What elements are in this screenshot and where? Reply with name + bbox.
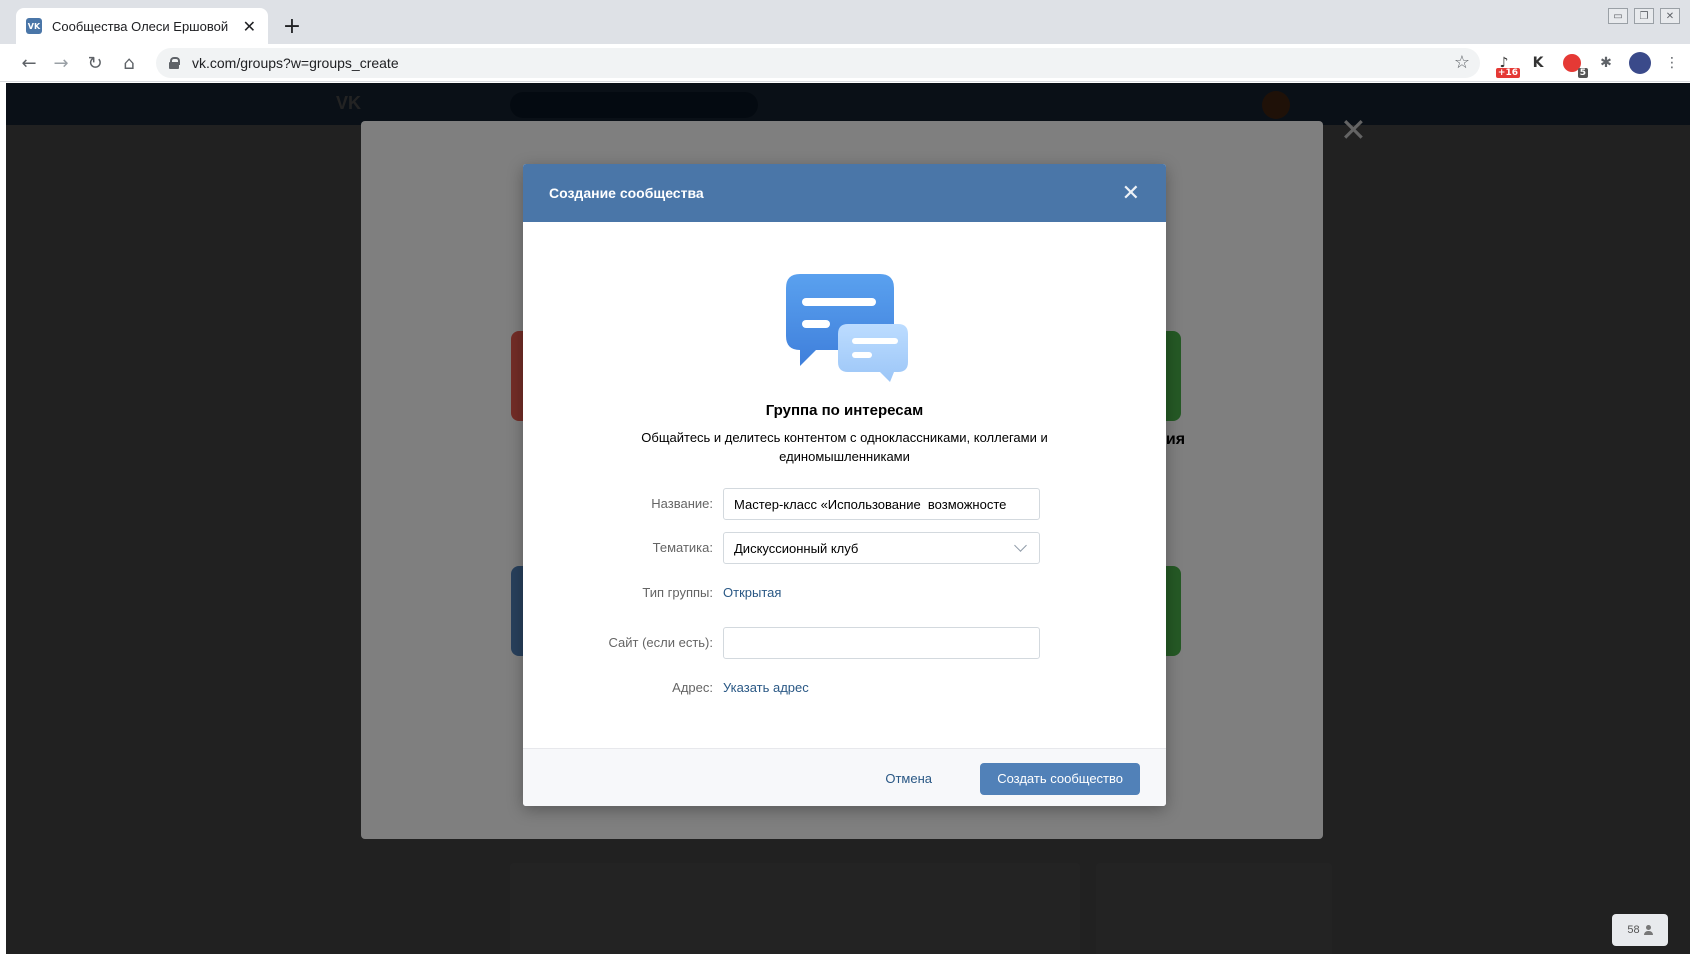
music-extension-icon[interactable]: ♪ +16 xyxy=(1492,52,1520,78)
name-row: Название: xyxy=(523,488,1166,522)
group-type-link[interactable]: Открытая xyxy=(723,577,781,609)
browser-tab-bar: VK Сообщества Олеси Ершовой ✕ + ▭ ❐ ✕ xyxy=(0,0,1690,44)
modal-body: Группа по интересам Общайтесь и делитесь… xyxy=(523,222,1166,748)
k-extension-icon[interactable]: K xyxy=(1526,52,1550,74)
create-community-button[interactable]: Создать сообщество xyxy=(980,763,1140,795)
modal-header: Создание сообщества ✕ xyxy=(523,164,1166,222)
url-text: vk.com/groups?w=groups_create xyxy=(192,55,399,71)
group-type-row: Тип группы: Открытая xyxy=(523,577,1166,611)
name-label: Название: xyxy=(651,496,713,511)
site-input[interactable] xyxy=(723,627,1040,659)
topic-row: Тематика: Дискуссионный клуб xyxy=(523,532,1166,566)
group-type-title: Группа по интересам xyxy=(765,402,924,419)
lock-icon xyxy=(168,57,180,69)
create-community-modal: Создание сообщества ✕ Группа по интереса… xyxy=(523,164,1166,806)
back-arrow-icon[interactable]: ← xyxy=(16,50,42,76)
profile-avatar-icon[interactable] xyxy=(1628,52,1652,74)
address-label: Адрес: xyxy=(672,680,713,695)
bookmark-star-icon[interactable]: ☆ xyxy=(1454,52,1470,73)
name-input[interactable] xyxy=(723,488,1040,520)
group-type-description: Общайтесь и делитесь контентом с однокла… xyxy=(641,430,1048,464)
site-label: Сайт (если есть): xyxy=(608,635,713,650)
extension-badge: 5 xyxy=(1577,68,1588,78)
reload-icon[interactable]: ↻ xyxy=(82,50,108,76)
close-window-icon[interactable]: ✕ xyxy=(1660,8,1680,24)
online-counter-badge[interactable]: 58 xyxy=(1612,914,1668,946)
home-icon[interactable]: ⌂ xyxy=(116,50,142,76)
close-icon[interactable]: ✕ xyxy=(1122,181,1140,206)
new-tab-button[interactable]: + xyxy=(278,12,306,40)
vk-favicon-icon: VK xyxy=(26,18,42,34)
chat-bubbles-icon xyxy=(786,274,908,382)
tab-title: Сообщества Олеси Ершовой xyxy=(52,18,229,34)
extension-badge: +16 xyxy=(1495,68,1520,78)
chevron-down-icon xyxy=(1014,539,1027,552)
topic-label: Тематика: xyxy=(652,540,713,555)
site-row: Сайт (если есть): xyxy=(523,627,1166,661)
online-count: 58 xyxy=(1627,924,1640,936)
browser-tab[interactable]: VK Сообщества Олеси Ершовой ✕ xyxy=(16,8,268,44)
tab-close-icon[interactable]: ✕ xyxy=(241,17,258,36)
restore-icon[interactable]: ❐ xyxy=(1634,8,1654,24)
topic-select[interactable]: Дискуссионный клуб xyxy=(723,532,1040,564)
address-row: Адрес: Указать адрес xyxy=(523,672,1166,706)
address-link[interactable]: Указать адрес xyxy=(723,672,809,704)
person-icon xyxy=(1643,925,1653,935)
group-type-label: Тип группы: xyxy=(642,585,713,600)
forward-arrow-icon[interactable]: → xyxy=(48,50,74,76)
minimize-icon[interactable]: ▭ xyxy=(1608,8,1628,24)
browser-toolbar: ← → ↻ ⌂ vk.com/groups?w=groups_create ☆ … xyxy=(0,44,1690,82)
modal-title: Создание сообщества xyxy=(549,185,704,201)
web-page: VK ✕ Б анизация Группа п ятие Создание с… xyxy=(6,83,1690,954)
puzzle-extensions-icon[interactable]: ✱ xyxy=(1594,52,1618,74)
address-bar[interactable]: vk.com/groups?w=groups_create ☆ xyxy=(156,48,1480,78)
topic-select-value: Дискуссионный клуб xyxy=(734,540,859,556)
menu-kebab-icon[interactable]: ⋮ xyxy=(1660,52,1684,74)
modal-footer: Отмена Создать сообщество xyxy=(523,748,1166,806)
window-controls: ▭ ❐ ✕ xyxy=(1608,8,1680,24)
adblock-extension-icon[interactable]: 5 xyxy=(1560,52,1588,78)
cancel-button[interactable]: Отмена xyxy=(869,764,948,794)
